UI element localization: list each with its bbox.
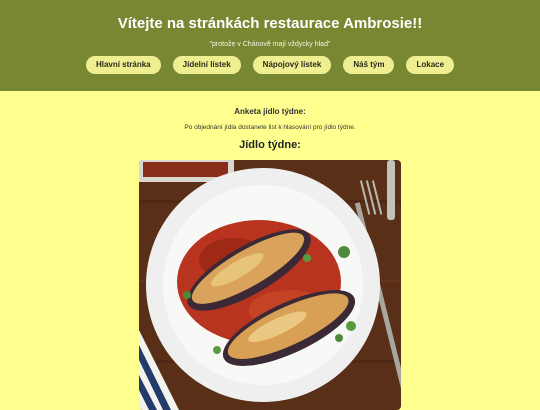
nav-home-button[interactable]: Hlavní stránka: [85, 56, 161, 74]
dish-of-week-photo: [139, 160, 401, 410]
site-title: Vítejte na stránkách restaurace Ambrosie…: [117, 15, 423, 32]
main-nav: Hlavní stránka Jídelní lístek Nápojový l…: [0, 56, 540, 74]
site-header: Vítejte na stránkách restaurace Ambrosie…: [0, 0, 540, 91]
poll-title: Anketa jídlo týdne:: [234, 107, 306, 116]
site-tagline: "protože v Chánově mají vždycky hlad": [209, 41, 331, 48]
poll-description: Po objednání jídla dostanete list k hlas…: [184, 124, 356, 131]
nav-location-button[interactable]: Lokace: [406, 56, 455, 74]
nav-drinks-button[interactable]: Nápojový lístek: [252, 56, 332, 74]
nav-team-button[interactable]: Náš tým: [343, 56, 395, 74]
dish-of-week-heading: Jídlo týdne:: [239, 139, 301, 151]
nav-menu-button[interactable]: Jídelní lístek: [172, 56, 241, 74]
